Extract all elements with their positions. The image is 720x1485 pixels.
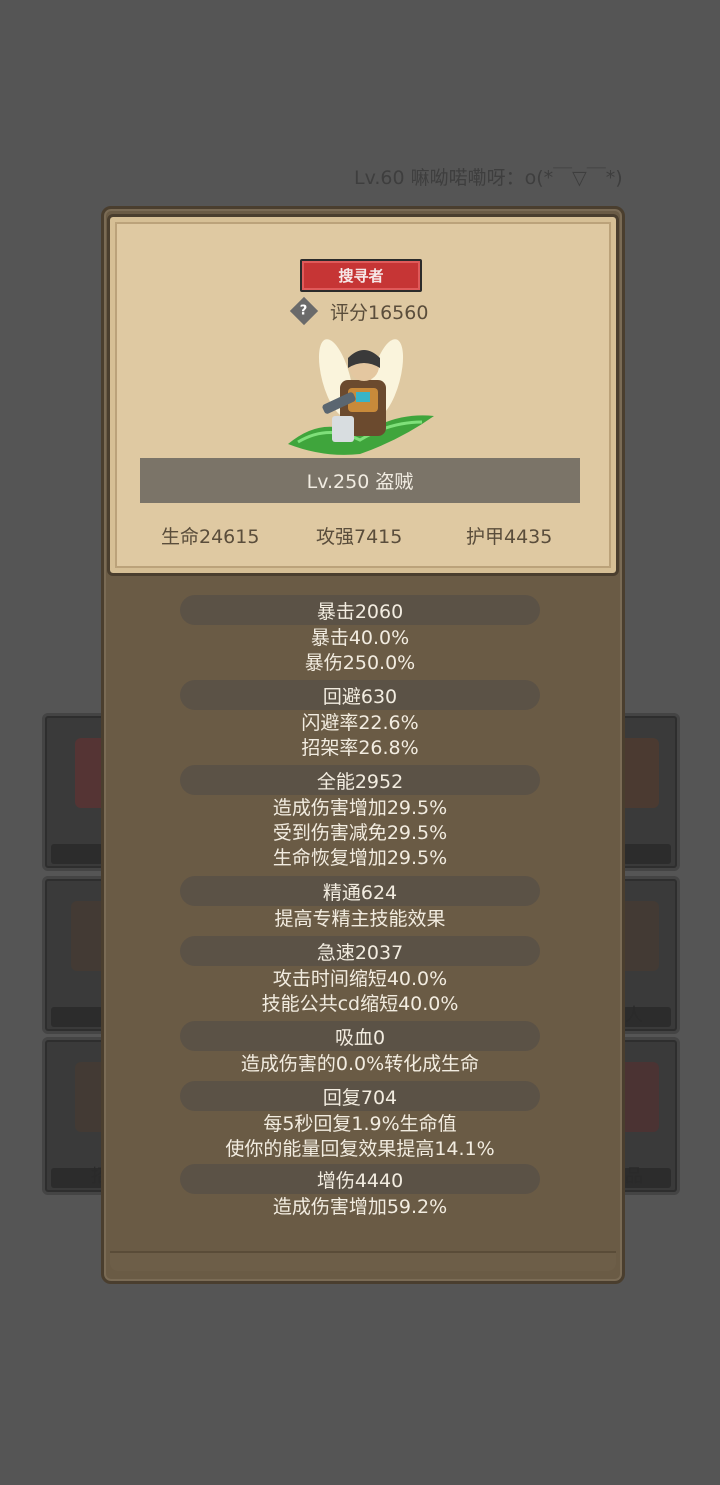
stat-detail: 闪避率22.6%: [301, 712, 419, 734]
slot-bar: [623, 844, 671, 864]
stat-detail: 生命恢复增加29.5%: [272, 847, 448, 869]
attack-value: 攻强7415: [316, 526, 403, 548]
slot-bar: [51, 1007, 103, 1027]
hp-value: 生命24615: [161, 526, 260, 548]
class-badge: 搜寻者: [300, 259, 422, 292]
slot-label: 人: [625, 1005, 643, 1026]
stat-detail: 造成伤害增加29.5%: [272, 797, 448, 819]
stat-detail: 暴伤250.0%: [304, 652, 416, 674]
stat-header: 吸血0: [180, 1021, 540, 1051]
score-row: ? 评分16560: [289, 296, 429, 326]
armor-value: 护甲4435: [466, 526, 553, 548]
stat-detail: 受到伤害减免29.5%: [272, 822, 448, 844]
stat-detail: 每5秒回复1.9%生命值: [263, 1113, 457, 1135]
stat-header: 全能2952: [180, 765, 540, 795]
stat-header: 增伤4440: [180, 1164, 540, 1194]
hero-level-bar: Lv.250 盗贼: [140, 458, 580, 503]
help-icon[interactable]: ?: [289, 296, 319, 326]
player-name-header: Lv.60 嘛呦喏嘞呀：o(*￣▽￣*): [354, 167, 623, 189]
stat-detail: 造成伤害增加59.2%: [272, 1196, 448, 1218]
stat-detail: 暴击40.0%: [310, 627, 410, 649]
equip-figure-icon: [619, 1062, 659, 1132]
stat-header: 急速2037: [180, 936, 540, 966]
score-text: 评分16560: [330, 301, 429, 324]
slot-label: 品: [625, 1166, 643, 1187]
stat-detail: 招架率26.8%: [301, 737, 419, 759]
equip-figure-icon: [619, 738, 659, 808]
stat-header: 暴击2060: [180, 595, 540, 625]
stat-detail: 技能公共cd缩短40.0%: [261, 993, 459, 1015]
panel-bottom-edge: [110, 1251, 616, 1271]
equip-figure-icon: [619, 901, 659, 971]
hero-portrait-icon[interactable]: [284, 328, 436, 460]
slot-bar: [51, 844, 103, 864]
stat-header: 精通624: [180, 876, 540, 906]
stat-detail: 造成伤害的0.0%转化成生命: [240, 1053, 480, 1075]
stat-header: 回避630: [180, 680, 540, 710]
stat-detail: 攻击时间缩短40.0%: [272, 968, 448, 990]
stat-detail: 提高专精主技能效果: [274, 908, 446, 930]
stat-detail: 使你的能量回复效果提高14.1%: [225, 1138, 495, 1160]
stat-header: 回复704: [180, 1081, 540, 1111]
